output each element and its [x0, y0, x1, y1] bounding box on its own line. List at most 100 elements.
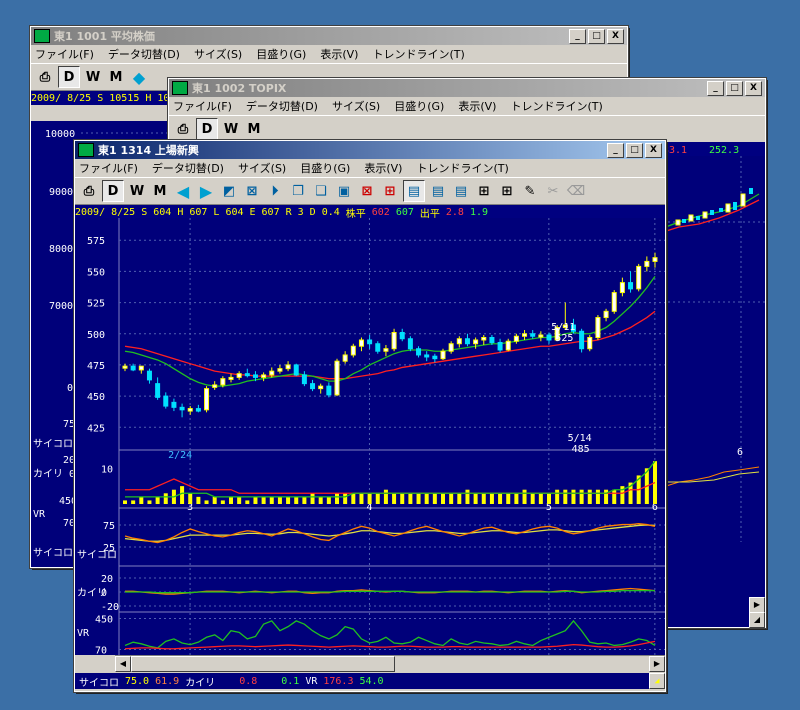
weekly-button[interactable]: W — [221, 119, 241, 139]
horizontal-scrollbar[interactable]: ◀ ▶ — [115, 655, 665, 672]
maximize-button[interactable]: □ — [726, 80, 743, 96]
weekly-button[interactable]: W — [83, 67, 103, 87]
x-tick: 6 — [737, 447, 743, 458]
candle-body — [424, 354, 430, 358]
candle-body — [334, 360, 340, 396]
pen-icon[interactable]: ✎ — [520, 181, 540, 201]
info-value: 10515 — [109, 92, 140, 104]
menu-data[interactable]: データ切替(D) — [152, 160, 224, 176]
y-tick-label: 475 — [87, 361, 105, 372]
ind2-tick: -20 — [101, 602, 119, 613]
menu-trendline[interactable]: トレンドライン(T) — [510, 98, 602, 114]
grid-cross-icon[interactable]: ⊞ — [497, 181, 517, 201]
daily-button[interactable]: D — [196, 118, 218, 140]
volume-bar — [498, 493, 503, 504]
resize-grip-icon[interactable]: ◢ — [749, 612, 765, 628]
volume-bar — [286, 496, 291, 504]
jump-end-icon[interactable]: ⏵ — [265, 181, 285, 201]
title-bar[interactable]: 東1 1314 上場新興 _ □ X — [75, 141, 665, 159]
maximize-button[interactable]: □ — [588, 28, 605, 44]
resize-grip-icon[interactable]: ◢ — [649, 673, 665, 689]
d-label: D — [309, 206, 316, 218]
candle-body — [522, 333, 528, 337]
low-label: L — [213, 206, 220, 218]
arrow-left-icon[interactable]: ◀ — [173, 181, 193, 201]
monthly-button[interactable]: M — [244, 119, 264, 139]
scroll-thumb[interactable] — [131, 656, 395, 672]
grid-x-icon[interactable]: ⊠ — [357, 181, 377, 201]
weekly-button[interactable]: W — [127, 181, 147, 201]
menu-trendline[interactable]: トレンドライン(T) — [372, 46, 464, 62]
candle-body — [171, 401, 177, 408]
monthly-button[interactable]: M — [150, 181, 170, 201]
candle-body — [489, 336, 495, 343]
close-button[interactable]: X — [607, 28, 624, 44]
monthly-button[interactable]: M — [106, 67, 126, 87]
daily-button[interactable]: D — [58, 66, 80, 88]
print-icon[interactable]: ⎙ — [79, 181, 99, 201]
volume-bar — [530, 493, 535, 504]
y-tick-label: 575 — [87, 236, 105, 247]
volume-bar — [253, 496, 258, 504]
grid-split-icon[interactable]: ⊞ — [380, 181, 400, 201]
layout-2-icon[interactable]: ▤ — [428, 181, 448, 201]
candle-body — [326, 385, 332, 396]
daily-button[interactable]: D — [102, 180, 124, 202]
menu-scale[interactable]: 目盛り(G) — [394, 98, 444, 114]
eraser-icon[interactable]: ⌫ — [566, 181, 586, 201]
ind-label: カイリ — [33, 468, 63, 480]
grid-icon[interactable]: ⊞ — [474, 181, 494, 201]
arrow-right-icon[interactable]: ▶ — [196, 181, 216, 201]
close-button[interactable]: X — [645, 142, 662, 158]
volume-bar — [261, 496, 266, 504]
menu-view[interactable]: 表示(V) — [364, 160, 402, 176]
layout-1-icon[interactable]: ▤ — [403, 180, 425, 202]
menu-file[interactable]: ファイル(F) — [79, 160, 138, 176]
menu-file[interactable]: ファイル(F) — [173, 98, 232, 114]
title-bar[interactable]: 東1 1002 TOPIX _ □ X — [169, 79, 765, 97]
volume-bar — [131, 500, 136, 504]
arrow-left-icon[interactable]: ◆ — [129, 67, 149, 87]
print-icon[interactable]: ⎙ — [173, 119, 193, 139]
menu-trendline[interactable]: トレンドライン(T) — [416, 160, 508, 176]
minimize-button[interactable]: _ — [569, 28, 586, 44]
title-bar[interactable]: 東1 1001 平均株価 _ □ X — [31, 27, 627, 45]
menu-data[interactable]: データ切替(D) — [108, 46, 180, 62]
status-label: サイコロ — [79, 677, 119, 689]
scissors-icon[interactable]: ✂ — [543, 181, 563, 201]
volume-bar — [375, 493, 380, 504]
menu-data[interactable]: データ切替(D) — [246, 98, 318, 114]
print-icon[interactable]: ⎙ — [35, 67, 55, 87]
menu-size[interactable]: サイズ(S) — [332, 98, 380, 114]
scroll-right-button[interactable]: ▶ — [749, 597, 765, 613]
volume-bar — [204, 500, 209, 504]
line-chart-icon[interactable]: ◩ — [219, 181, 239, 201]
window-stack-icon[interactable]: ▣ — [334, 181, 354, 201]
menu-file[interactable]: ファイル(F) — [35, 46, 94, 62]
menu-scale[interactable]: 目盛り(G) — [300, 160, 350, 176]
menu-size[interactable]: サイズ(S) — [194, 46, 242, 62]
volume-tick: 10 — [101, 464, 113, 475]
menu-scale[interactable]: 目盛り(G) — [256, 46, 306, 62]
scroll-right-button[interactable]: ▶ — [649, 656, 665, 672]
volume-bar — [318, 496, 323, 504]
minimize-button[interactable]: _ — [707, 80, 724, 96]
candle-body — [497, 341, 503, 351]
window-cascade-icon[interactable]: ❐ — [288, 181, 308, 201]
volume-bar — [465, 489, 470, 504]
volume-bar — [400, 493, 405, 504]
volume-bar — [432, 493, 437, 504]
menu-view[interactable]: 表示(V) — [458, 98, 496, 114]
maximize-button[interactable]: □ — [626, 142, 643, 158]
window-tile-icon[interactable]: ❑ — [311, 181, 331, 201]
y-tick-label: 550 — [87, 267, 105, 278]
menu-size[interactable]: サイズ(S) — [238, 160, 286, 176]
candle-chart-icon[interactable]: ⊠ — [242, 181, 262, 201]
scroll-left-button[interactable]: ◀ — [115, 656, 131, 672]
volume-bar — [123, 500, 127, 504]
menu-view[interactable]: 表示(V) — [320, 46, 358, 62]
layout-3-icon[interactable]: ▤ — [451, 181, 471, 201]
close-button[interactable]: X — [745, 80, 762, 96]
low-value: 604 — [225, 206, 244, 218]
minimize-button[interactable]: _ — [607, 142, 624, 158]
